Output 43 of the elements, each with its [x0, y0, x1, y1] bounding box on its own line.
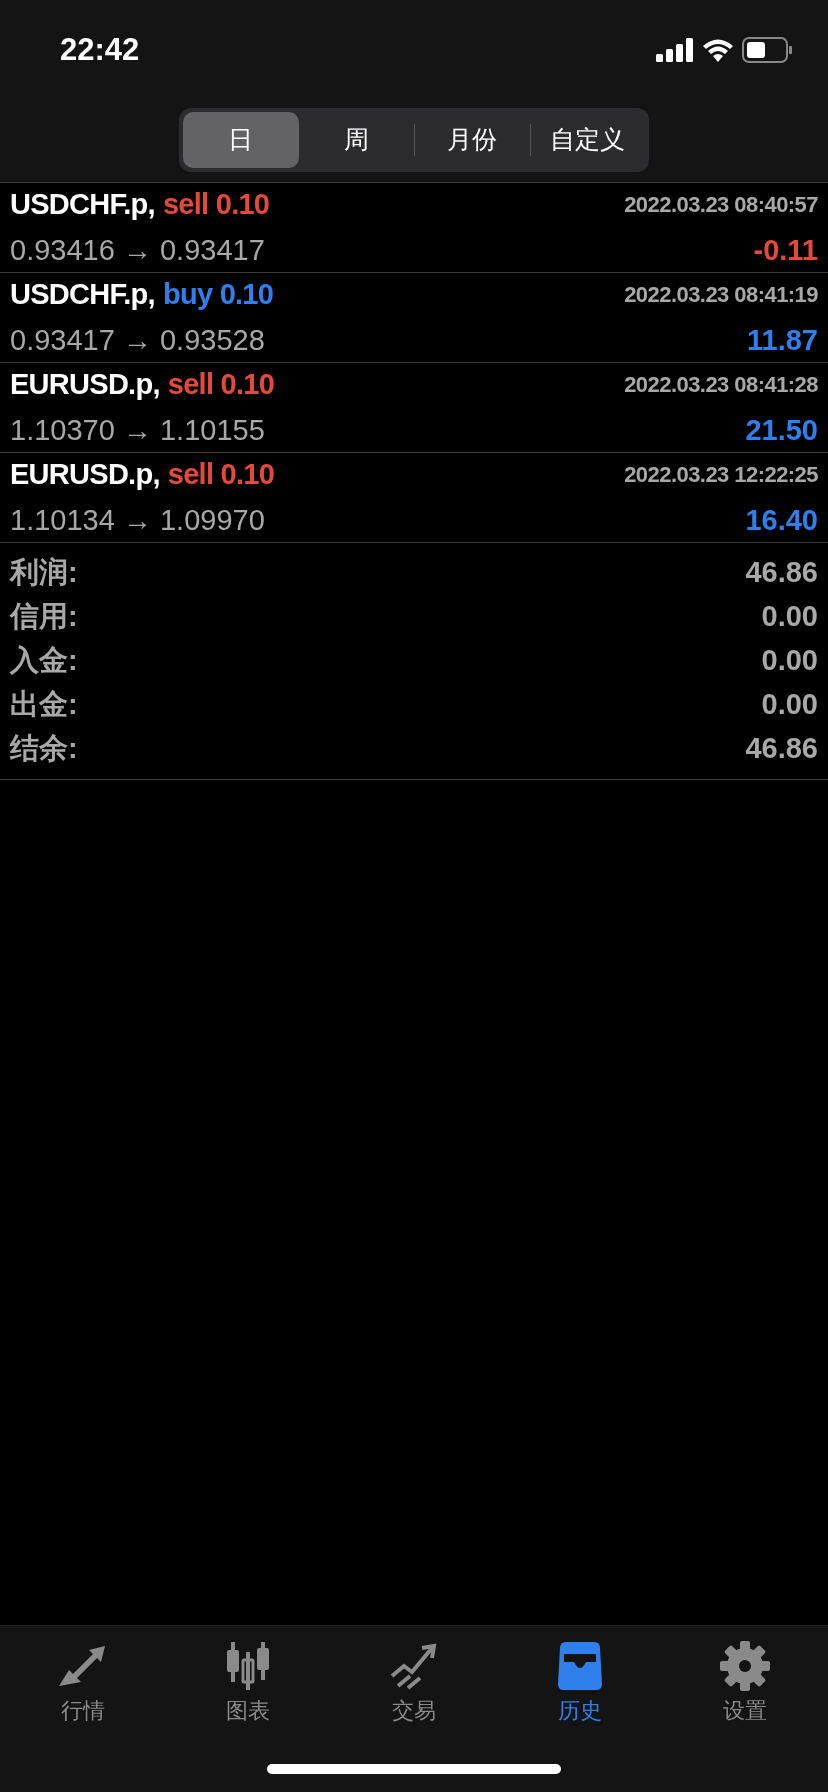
summary-value: 46.86 — [745, 731, 818, 767]
trade-time: 2022.03.23 08:41:28 — [624, 371, 818, 400]
profit: 21.50 — [745, 412, 818, 448]
summary-label: 出金: — [10, 687, 78, 723]
period-tab[interactable]: 月份 — [415, 112, 530, 168]
price-range: 0.93417 → 0.93528 — [10, 322, 265, 358]
nav-tab[interactable]: 图表 — [165, 1640, 332, 1727]
order-info: sell 0.10 — [167, 457, 275, 492]
summary-value: 0.00 — [761, 643, 818, 679]
nav-tab[interactable]: 历史 — [496, 1640, 663, 1727]
profit: -0.11 — [753, 232, 818, 268]
trade-time: 2022.03.23 08:40:57 — [624, 191, 818, 220]
summary-value: 0.00 — [761, 687, 818, 723]
signal-icon — [656, 38, 694, 62]
symbol: USDCHF.p, — [10, 277, 155, 312]
wifi-icon — [702, 38, 734, 62]
summary-value: 46.86 — [745, 555, 818, 591]
profit: 16.40 — [745, 502, 818, 538]
summary-label: 信用: — [10, 599, 78, 635]
profit: 11.87 — [747, 322, 818, 358]
battery-icon — [742, 37, 792, 63]
trade-time: 2022.03.23 08:41:19 — [624, 281, 818, 310]
price-range: 1.10134 → 1.09970 — [10, 502, 265, 538]
order-info: sell 0.10 — [162, 187, 270, 222]
summary-label: 结余: — [10, 731, 78, 767]
summary-label: 利润: — [10, 555, 78, 591]
order-info: buy 0.10 — [162, 277, 274, 312]
nav-tab[interactable]: 行情 — [0, 1640, 166, 1727]
symbol: EURUSD.p, — [10, 367, 160, 402]
trade-time: 2022.03.23 12:22:25 — [624, 461, 818, 490]
summary-value: 0.00 — [761, 599, 818, 635]
nav-tab[interactable]: 交易 — [331, 1640, 497, 1727]
clock: 22:42 — [60, 30, 140, 69]
period-tab[interactable]: 日 — [183, 112, 299, 168]
nav-tab[interactable]: 设置 — [662, 1640, 828, 1727]
price-range: 0.93416 → 0.93417 — [10, 232, 265, 268]
order-info: sell 0.10 — [167, 367, 275, 402]
summary-label: 入金: — [10, 643, 78, 679]
period-tab[interactable]: 周 — [298, 112, 414, 168]
period-tab[interactable]: 自定义 — [530, 112, 645, 168]
symbol: USDCHF.p, — [10, 187, 155, 222]
price-range: 1.10370 → 1.10155 — [10, 412, 265, 448]
symbol: EURUSD.p, — [10, 457, 160, 492]
